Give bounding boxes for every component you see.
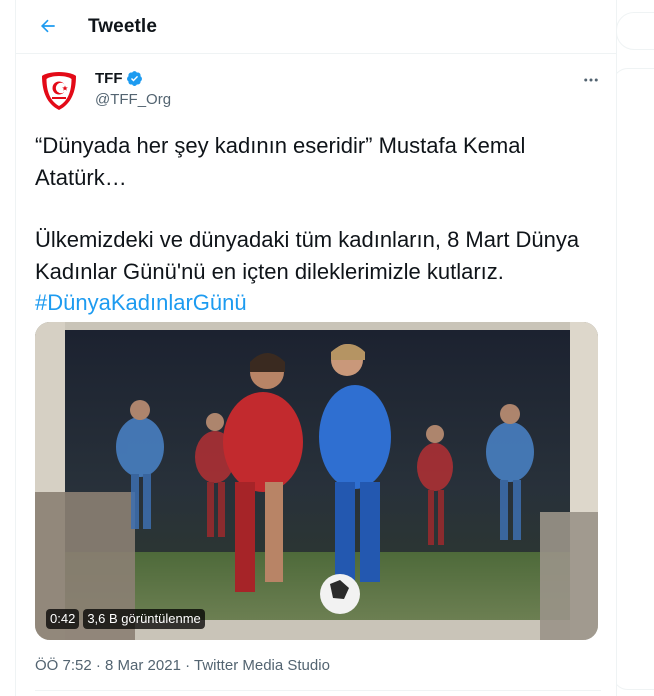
- arrow-left-icon: [40, 19, 55, 33]
- author-name[interactable]: TFF: [95, 70, 143, 87]
- tweet-column: Tweetle TFF @TFF_Org “Dünyada her şey ka…: [15, 0, 617, 696]
- search-box-edge[interactable]: [616, 12, 654, 50]
- tweet-meta: ÖÖ 7:52 · 8 Mar 2021 · Twitter Media Stu…: [35, 657, 330, 674]
- tweet-time-link[interactable]: ÖÖ 7:52 · 8 Mar 2021: [35, 657, 181, 674]
- video-player[interactable]: 0:42 3,6 B görüntülenme: [35, 322, 598, 640]
- back-button[interactable]: [34, 12, 62, 40]
- page: Tweetle TFF @TFF_Org “Dünyada her şey ka…: [0, 0, 654, 696]
- video-duration: 0:42: [46, 609, 80, 629]
- tweet-source-link[interactable]: Twitter Media Studio: [194, 657, 330, 674]
- tweet-quote: “Dünyada her şey kadının eseridir” Musta…: [35, 133, 526, 190]
- meta-separator: ·: [185, 657, 191, 674]
- more-horizontal-icon: [584, 78, 598, 82]
- tweet-message: Ülkemizdeki ve dünyadaki tüm kadınların,…: [35, 227, 580, 284]
- tweet-text: “Dünyada her şey kadının eseridir” Musta…: [35, 130, 605, 319]
- video-thumbnail: [35, 322, 598, 640]
- page-title: Tweetle: [88, 16, 157, 37]
- more-options-button[interactable]: [579, 68, 603, 92]
- avatar[interactable]: [35, 67, 83, 115]
- author-name-text: TFF: [95, 70, 123, 87]
- header: Tweetle: [16, 0, 616, 54]
- sidebar-panel-edge: [612, 68, 654, 690]
- tff-crest-logo: [42, 72, 76, 110]
- hashtag-link[interactable]: #DünyaKadınlarGünü: [35, 290, 247, 315]
- divider: [35, 690, 601, 691]
- author-handle[interactable]: @TFF_Org: [95, 91, 171, 108]
- video-views: 3,6 B görüntülenme: [83, 609, 205, 629]
- verified-badge-icon: [126, 71, 142, 86]
- video-badges: 0:42 3,6 B görüntülenme: [46, 609, 205, 629]
